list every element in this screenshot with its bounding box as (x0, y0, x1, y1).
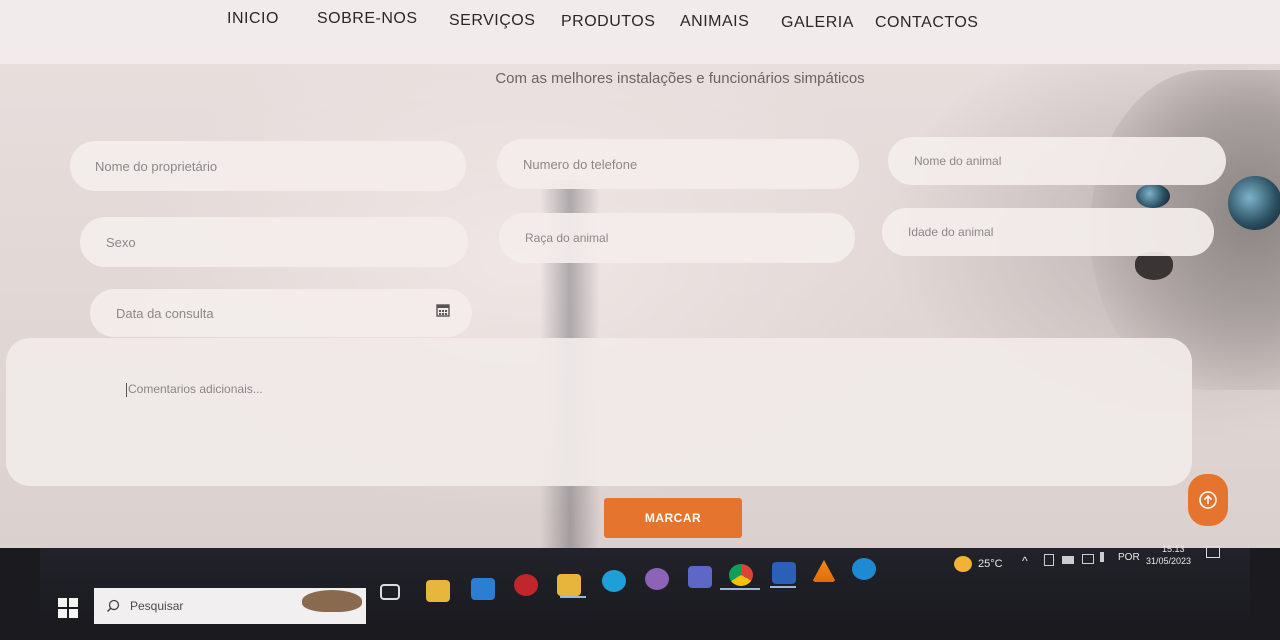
phone-placeholder: Numero do telefone (523, 156, 638, 172)
active-indicator (770, 586, 796, 588)
scroll-to-top-button[interactable] (1188, 474, 1228, 526)
nav-servicos[interactable]: SERVIÇOS (449, 12, 535, 30)
app-blue-icon[interactable] (852, 558, 876, 580)
battery-icon[interactable] (1062, 556, 1074, 564)
network-icon[interactable] (1044, 554, 1054, 566)
task-view-icon[interactable] (380, 584, 400, 600)
nav-produtos[interactable]: PRODUTOS (561, 13, 655, 31)
submit-button[interactable]: MARCAR (604, 498, 742, 538)
tray-chevron-icon[interactable]: ^ (1022, 554, 1028, 568)
nav-sobre-nos[interactable]: SOBRE-NOS (317, 10, 418, 28)
search-icon (106, 599, 120, 613)
active-indicator (560, 596, 586, 598)
text-caret (126, 382, 127, 397)
weather-temperature[interactable]: 25°C (978, 558, 1003, 570)
age-input[interactable]: Idade do animal (882, 208, 1214, 256)
navbar: INICIO SOBRE-NOS SERVIÇOS PRODUTOS ANIMA… (0, 0, 1280, 64)
nav-inicio[interactable]: INICIO (227, 10, 279, 28)
mail-icon[interactable] (471, 578, 495, 600)
sex-input[interactable]: Sexo (80, 217, 468, 267)
cat-eye-left (1136, 184, 1170, 208)
weather-icon (954, 556, 972, 572)
teams-icon[interactable] (688, 566, 712, 588)
active-indicator (720, 588, 760, 590)
comments-textarea[interactable]: Comentarios adicionais... (6, 338, 1192, 486)
otter-icon (302, 590, 362, 612)
display-icon[interactable] (1082, 554, 1094, 564)
appointment-date-input[interactable]: Data da consulta (90, 289, 472, 337)
arrow-up-circle-icon (1199, 491, 1217, 509)
sex-placeholder: Sexo (106, 234, 136, 250)
windows-start-icon[interactable] (58, 598, 80, 618)
owner-name-placeholder: Nome do proprietário (95, 158, 218, 174)
language-indicator[interactable]: POR (1118, 552, 1140, 563)
cat-eye-right (1228, 176, 1280, 230)
chrome-icon[interactable] (729, 564, 753, 586)
breed-input[interactable]: Raça do animal (499, 213, 855, 263)
app-red-icon[interactable] (514, 574, 538, 596)
hero-subtitle: Com as melhores instalações e funcionári… (495, 70, 865, 87)
edge-icon[interactable] (602, 570, 626, 592)
volume-icon[interactable] (1100, 552, 1110, 562)
animal-name-placeholder: Nome do animal (914, 154, 1002, 168)
taskbar-search-placeholder: Pesquisar (130, 599, 184, 613)
owner-name-input[interactable]: Nome do proprietário (70, 141, 466, 191)
calendar-icon[interactable] (436, 303, 450, 317)
nav-animais[interactable]: ANIMAIS (680, 13, 749, 31)
date-placeholder: Data da consulta (116, 305, 214, 321)
notifications-icon[interactable] (1206, 546, 1220, 558)
edge-profile-icon[interactable] (645, 568, 669, 590)
website-viewport: INICIO SOBRE-NOS SERVIÇOS PRODUTOS ANIMA… (0, 0, 1280, 600)
comments-placeholder: Comentarios adicionais... (128, 382, 263, 396)
phone-input[interactable]: Numero do telefone (497, 139, 859, 189)
word-icon[interactable] (772, 562, 796, 584)
nav-contactos[interactable]: CONTACTOS (875, 14, 978, 32)
folder-icon[interactable] (557, 574, 581, 596)
animal-name-input[interactable]: Nome do animal (888, 137, 1226, 185)
file-explorer-icon[interactable] (426, 580, 450, 602)
clock-time[interactable]: 15:13 (1162, 544, 1185, 554)
cat-nose (1135, 252, 1173, 280)
breed-placeholder: Raça do animal (525, 231, 609, 245)
age-placeholder: Idade do animal (908, 225, 994, 239)
clock-date[interactable]: 31/05/2023 (1146, 556, 1191, 566)
nav-galeria[interactable]: GALERIA (781, 14, 854, 32)
